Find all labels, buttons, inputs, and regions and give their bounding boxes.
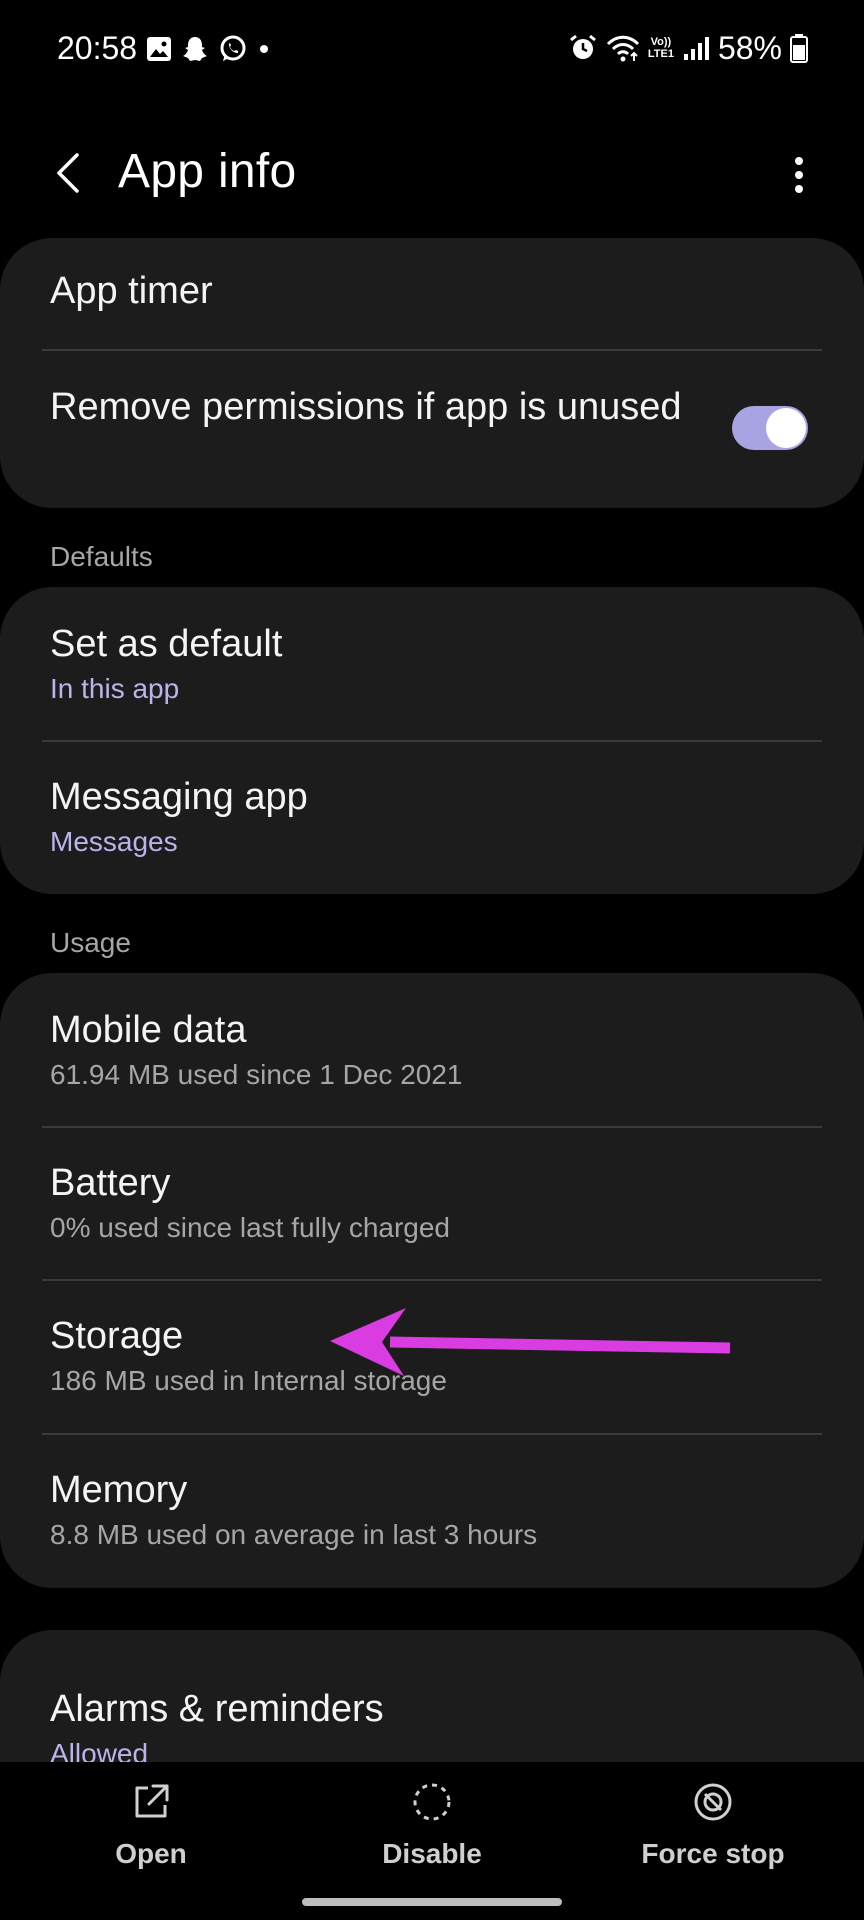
back-button[interactable] [40,138,96,208]
divider [42,1279,822,1281]
alarms-reminders-item[interactable]: Alarms & reminders Allowed [0,1686,864,1762]
set-as-default-subtitle: In this app [50,673,180,704]
storage-item[interactable]: Storage 186 MB used in Internal storage [0,1313,864,1399]
alarms-card: Alarms & reminders Allowed [0,1630,864,1762]
alarms-reminders-subtitle: Allowed [50,1738,149,1762]
memory-title: Memory [50,1469,188,1511]
remove-permissions-title: Remove permissions if app is unused [50,386,682,428]
status-time: 20:58 [57,30,138,66]
divider [42,1433,822,1435]
permissions-card: App timer Remove permissions if app is u… [0,238,864,508]
battery-icon [790,33,808,63]
bottom-action-bar: Open Disable Force stop [0,1762,864,1920]
defaults-section-label: Defaults [50,541,153,572]
whatsapp-icon [218,34,248,64]
defaults-card: Set as default In this app Messaging app… [0,587,864,894]
divider [42,740,822,742]
memory-item[interactable]: Memory 8.8 MB used on average in last 3 … [0,1467,864,1553]
lte-label: LTE1 [647,48,674,60]
set-as-default-title: Set as default [50,623,283,665]
back-arrow-icon [57,153,79,193]
open-button[interactable]: Open [41,1780,261,1890]
force-stop-button[interactable]: Force stop [603,1780,823,1890]
usage-section-label: Usage [50,927,131,958]
mobile-data-subtitle: 61.94 MB used since 1 Dec 2021 [50,1059,463,1090]
more-vertical-icon [795,157,803,193]
wifi-icon [606,33,640,63]
snapchat-icon [182,35,208,63]
app-timer-title: App timer [50,270,213,312]
toggle-knob [766,408,806,448]
more-options-button[interactable] [774,140,824,210]
status-bar: 20:58 Vo)) LTE1 58% [0,0,864,100]
force-stop-label: Force stop [641,1838,785,1869]
remove-permissions-toggle[interactable] [732,406,808,450]
messaging-app-subtitle: Messages [50,826,178,857]
open-external-icon [129,1780,173,1824]
storage-subtitle: 186 MB used in Internal storage [50,1365,447,1396]
app-bar: App info [0,130,864,215]
home-indicator[interactable] [302,1898,562,1906]
messaging-app-title: Messaging app [50,776,308,818]
mobile-data-item[interactable]: Mobile data 61.94 MB used since 1 Dec 20… [0,1007,864,1093]
messaging-app-item[interactable]: Messaging app Messages [0,774,864,860]
set-as-default-item[interactable]: Set as default In this app [0,621,864,707]
gallery-icon [146,36,172,62]
divider [42,1126,822,1128]
volte-icon: Vo)) LTE1 [648,36,674,60]
mobile-data-title: Mobile data [50,1009,247,1051]
battery-percent: 58% [717,29,782,66]
dot-icon [258,43,270,55]
force-stop-icon [691,1780,735,1824]
disable-button[interactable]: Disable [322,1780,542,1890]
page-title: App info [118,145,297,198]
volte-label: Vo)) [650,36,672,48]
disable-label: Disable [382,1838,482,1869]
battery-item[interactable]: Battery 0% used since last fully charged [0,1160,864,1246]
disable-icon [410,1780,454,1824]
notification-icons [146,30,270,68]
open-label: Open [115,1838,187,1869]
app-timer-item[interactable]: App timer [0,268,864,314]
system-icons: Vo)) LTE1 58% [568,28,808,68]
alarms-reminders-title: Alarms & reminders [50,1688,384,1730]
battery-title: Battery [50,1162,171,1204]
usage-card: Mobile data 61.94 MB used since 1 Dec 20… [0,973,864,1588]
divider [42,349,822,351]
alarm-icon [568,33,598,63]
storage-title: Storage [50,1315,184,1357]
memory-subtitle: 8.8 MB used on average in last 3 hours [50,1519,538,1550]
battery-subtitle: 0% used since last fully charged [50,1212,450,1243]
signal-icon [682,34,710,62]
